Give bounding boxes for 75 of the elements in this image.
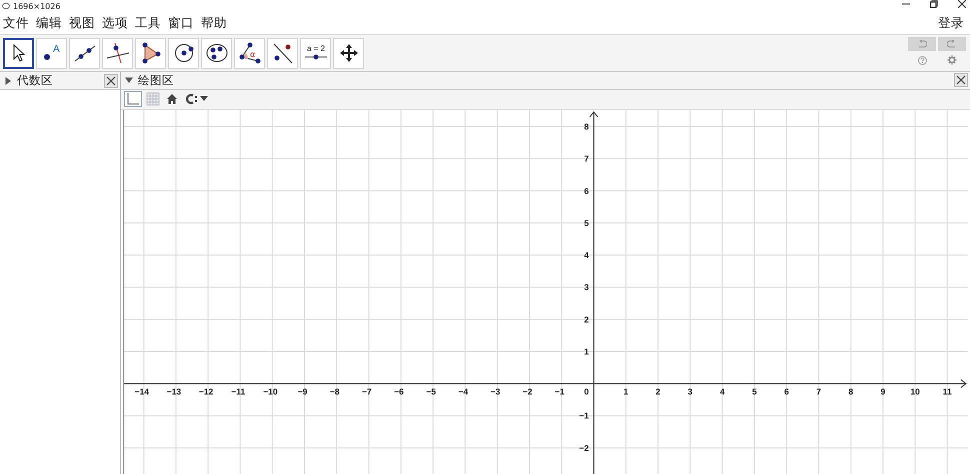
panel-title: 代数区 <box>17 73 53 88</box>
origin-label: 0 <box>584 386 589 396</box>
x-axis-label: 6 <box>784 386 789 396</box>
login-link[interactable]: 登录 <box>938 14 964 32</box>
x-axis-label: 4 <box>720 386 725 396</box>
perpendicular-lines-icon <box>106 42 130 64</box>
tool-button[interactable]: A <box>36 38 67 68</box>
window-title: 1696×1026 <box>13 2 60 10</box>
x-axis-label: 3 <box>688 386 693 396</box>
close-icon <box>106 76 116 86</box>
help-icon[interactable] <box>918 56 926 64</box>
x-axis-label: 5 <box>752 386 757 396</box>
x-axis-label: 11 <box>942 386 952 396</box>
x-axis-label: −9 <box>298 386 308 396</box>
x-axis-label: −3 <box>490 386 500 396</box>
close-icon <box>956 75 966 86</box>
y-axis-label: 8 <box>584 121 589 132</box>
y-axis-label: −2 <box>579 442 589 453</box>
menu-item[interactable]: 窗口 <box>168 14 194 32</box>
x-axis-label: 9 <box>880 386 886 396</box>
x-axis-label: −4 <box>458 386 468 396</box>
x-axis-label: −14 <box>134 386 149 396</box>
reflection-icon <box>270 42 294 64</box>
menu-item[interactable]: 文件 <box>3 14 29 32</box>
y-axis-label: 7 <box>584 153 589 164</box>
y-axis-label: 1 <box>584 346 589 356</box>
y-axis-label: 4 <box>584 250 589 260</box>
toggle-button[interactable] <box>144 91 162 108</box>
close-icon[interactable] <box>958 0 966 8</box>
undo-icon <box>917 40 927 48</box>
toggle-button[interactable] <box>124 91 142 108</box>
restore-icon[interactable] <box>930 0 938 8</box>
four-way-arrow-icon <box>338 42 360 64</box>
tool-button[interactable]: α <box>234 38 265 68</box>
menu-item[interactable]: 工具 <box>135 14 161 32</box>
x-axis-label: −7 <box>362 386 372 396</box>
menu-item[interactable]: 视图 <box>69 14 95 32</box>
x-axis-label: −6 <box>394 386 404 396</box>
magnet-icon <box>185 93 199 106</box>
x-axis-label: 10 <box>910 386 920 396</box>
x-axis-label: −13 <box>166 386 182 396</box>
grid-icon <box>146 92 160 106</box>
home-icon <box>166 93 178 106</box>
menu-item[interactable]: 编辑 <box>36 14 62 32</box>
y-axis-label: 5 <box>584 218 589 228</box>
close-button[interactable] <box>954 73 968 88</box>
settings-icon[interactable] <box>947 55 957 65</box>
x-axis-label: −5 <box>426 386 436 396</box>
caret-icon <box>200 96 208 102</box>
close-button[interactable] <box>104 74 118 88</box>
panel-title: 绘图区 <box>138 72 174 88</box>
x-axis-label: −12 <box>198 386 214 396</box>
x-axis-label: −10 <box>263 386 278 396</box>
x-axis-label: 1 <box>624 386 628 396</box>
x-axis-label: −11 <box>231 386 246 396</box>
tool-button[interactable]: a = 2 <box>300 38 331 68</box>
menu-item[interactable]: 帮助 <box>201 14 227 32</box>
collapse-arrow-icon[interactable] <box>125 76 133 84</box>
redo-icon <box>947 40 957 48</box>
x-axis-label: 7 <box>816 386 822 396</box>
y-axis-label: 2 <box>584 314 589 324</box>
y-axis-label: 3 <box>584 282 589 292</box>
expand-arrow-icon[interactable] <box>4 76 12 84</box>
menu-item[interactable]: 选项 <box>102 14 128 32</box>
axes-icon <box>126 92 140 106</box>
x-axis-label: 2 <box>656 386 660 396</box>
x-axis-label: −2 <box>522 386 532 396</box>
y-axis-label: 6 <box>584 186 589 196</box>
app-icon <box>2 2 10 10</box>
x-axis-label: −1 <box>554 386 564 396</box>
x-axis-label: 8 <box>848 386 854 396</box>
tool-button[interactable] <box>3 38 34 68</box>
x-axis-label: −8 <box>330 386 340 396</box>
y-axis-label: −1 <box>579 410 589 421</box>
ellipse-icon <box>204 42 228 64</box>
